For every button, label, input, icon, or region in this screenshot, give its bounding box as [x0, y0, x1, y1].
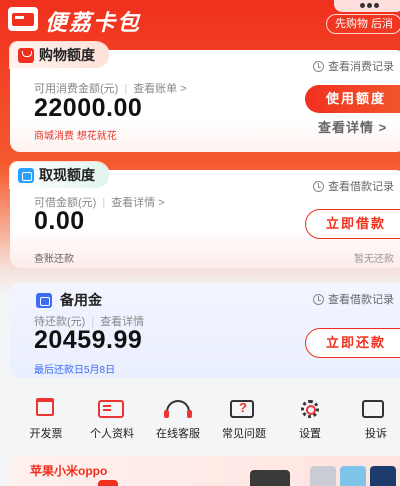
backup-fund-icon	[36, 292, 52, 308]
due-date-note: 最后还款日5月8日	[34, 365, 116, 376]
card-title: 取现额度	[39, 167, 95, 183]
card-tag: 取现额度	[10, 162, 109, 188]
menu-item-faq[interactable]: 常见问题	[208, 390, 274, 448]
cash-credit-card: 取现额度 查看借款记录 可借金额(元) | 查看详情 > 0.00 立即借款 查账还…	[10, 162, 400, 268]
phone-image	[340, 466, 366, 486]
dot-icon	[367, 3, 372, 8]
view-details-link[interactable]: 查看详情 >	[318, 117, 387, 136]
shopping-bag-icon	[18, 47, 34, 63]
record-link-label: 查看消费记录	[328, 61, 394, 73]
use-credit-button[interactable]: 使用额度	[305, 85, 400, 113]
menu-item-label: 开发票	[29, 428, 63, 440]
menu-item-complaint[interactable]: 投诉	[340, 390, 400, 448]
record-link-label: 查看借款记录	[328, 294, 394, 306]
dot-icon	[374, 3, 379, 8]
promo-title: 苹果小米oppo	[30, 464, 108, 478]
tab-indicator	[98, 480, 118, 486]
top-bar: 便荔卡包 先购物 后消	[0, 0, 400, 40]
shopping-slogan: 商城消费 想花就花	[34, 131, 117, 142]
menu-item-label: 个人资料	[90, 428, 134, 440]
menu-item-label: 在线客服	[156, 428, 200, 440]
menu-item-label: 设置	[299, 428, 321, 440]
menu-item-profile[interactable]: 个人资料	[76, 390, 142, 448]
mini-program-capsule[interactable]	[334, 0, 400, 12]
faq-icon	[230, 400, 254, 418]
borrow-now-button[interactable]: 立即借款	[305, 209, 400, 239]
menu-item-label: 投诉	[365, 428, 387, 440]
dot-icon	[360, 3, 365, 8]
repayment-status: 暂无还款	[354, 254, 394, 265]
backup-fund-card: 备用金 查看借款记录 待还款(元) | 查看详情 20459.99 立即还款 最后还…	[10, 283, 400, 378]
cash-icon	[18, 167, 34, 183]
quick-menu: 开发票 个人资料 在线客服 常见问题 设置 投诉	[10, 390, 400, 448]
view-consumption-records-link[interactable]: 查看消费记录	[313, 58, 394, 74]
phone-image	[310, 466, 336, 486]
menu-item-invoice[interactable]: 开发票	[10, 390, 76, 448]
view-loan-records-link[interactable]: 查看借款记录	[313, 291, 394, 307]
record-link-label: 查看借款记录	[328, 181, 394, 193]
invoice-icon	[36, 398, 54, 416]
available-amount: 22000.00	[34, 94, 143, 122]
borrowable-amount: 0.00	[34, 207, 85, 235]
wallet-icon	[8, 7, 38, 31]
promo-banner[interactable]: 苹果小米oppo	[10, 456, 400, 486]
phone-image	[370, 466, 396, 486]
clock-icon	[313, 60, 324, 72]
menu-item-label: 常见问题	[222, 428, 266, 440]
card-tag: 购物额度	[10, 42, 109, 68]
repay-now-button[interactable]: 立即还款	[305, 328, 400, 358]
check-repayment-link[interactable]: 查账还款	[34, 250, 74, 265]
laptop-image	[250, 470, 290, 486]
promo-pill[interactable]: 先购物 后消	[326, 14, 400, 34]
shopping-credit-card: 购物额度 查看消费记录 可用消费金额(元) | 查看账单 > 22000.00 商城…	[10, 42, 400, 152]
complaint-icon	[362, 400, 384, 418]
menu-item-online-service[interactable]: 在线客服	[142, 390, 208, 448]
view-loan-records-link[interactable]: 查看借款记录	[313, 178, 394, 194]
profile-card-icon	[98, 400, 124, 418]
card-title: 备用金	[60, 292, 102, 308]
card-title: 购物额度	[39, 47, 95, 63]
headset-icon	[164, 400, 192, 418]
view-details-link[interactable]: 查看详情 >	[111, 197, 164, 209]
clock-icon	[313, 180, 324, 192]
app-title: 便荔卡包	[45, 10, 142, 35]
card-tag: 备用金	[36, 290, 102, 310]
pending-repayment-amount: 20459.99	[34, 326, 143, 354]
menu-item-settings[interactable]: 设置	[274, 390, 340, 448]
clock-icon	[313, 293, 324, 305]
gear-icon	[301, 400, 319, 418]
